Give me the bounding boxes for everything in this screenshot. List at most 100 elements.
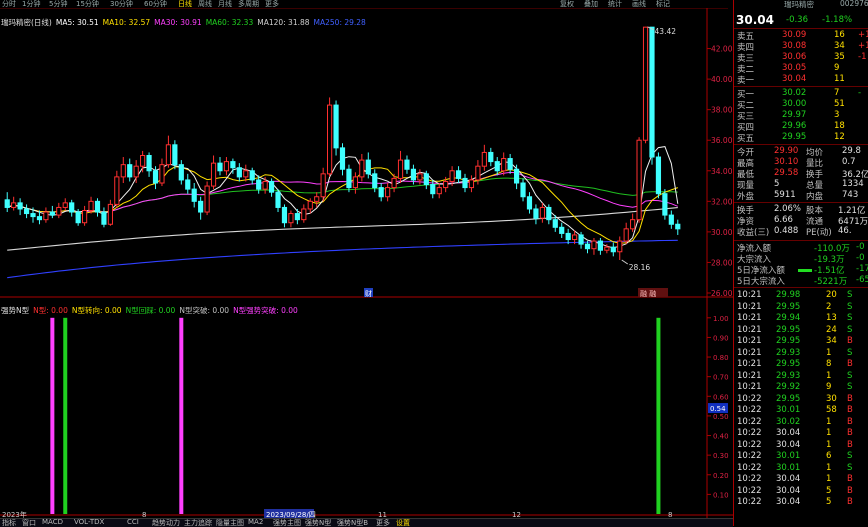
candle-body <box>584 243 591 250</box>
tick-dir: S <box>847 462 853 473</box>
price-axis-label: 30.00 <box>711 228 733 237</box>
tick-time: 10:21 <box>737 382 762 392</box>
candle-body <box>314 196 320 202</box>
stat-value2: 743 <box>842 190 859 200</box>
tick-time: 10:22 <box>737 474 762 484</box>
price-axis-label: 42.00 <box>711 45 733 54</box>
bid-vol: 3 <box>834 110 840 120</box>
candle-body <box>475 165 481 181</box>
tick-dir: B <box>847 439 853 450</box>
tick-row: 10:21 29.93 1 S <box>734 371 868 382</box>
tick-row: 10:22 30.04 1 B <box>734 474 868 485</box>
candle-body <box>636 139 642 221</box>
flow-value2: -65 <box>856 275 868 285</box>
tick-dir: S <box>847 370 853 381</box>
ask-row: 卖一 30.04 11 <box>734 74 868 86</box>
ask-label: 卖一 <box>737 76 755 86</box>
finance-badge-label: 财 <box>365 289 372 298</box>
sub-axis-label: 0.30 <box>713 452 729 460</box>
flow-value2: -17 <box>856 264 868 274</box>
candle-body <box>642 26 649 141</box>
candle-body <box>675 223 681 230</box>
tick-vol: 1 <box>826 474 832 484</box>
ask-vol: 11 <box>834 74 845 84</box>
chart-area[interactable]: 42.00 40.00 38.00 36.00 34.00 32.00 30.00 28.00… <box>0 8 733 518</box>
indicator-tab-3[interactable]: VOL-TDX <box>74 519 104 526</box>
kline-chart-svg[interactable]: 42.00 40.00 38.00 36.00 34.00 32.00 30.00 28.00… <box>0 8 733 518</box>
tick-dir: B <box>847 359 853 369</box>
candle-body <box>4 199 10 208</box>
candle-body <box>133 165 139 178</box>
candle-body <box>630 219 636 230</box>
bid-row: 买一 30.02 7- <box>734 88 868 100</box>
candle-body <box>346 168 352 189</box>
tick-vol: 20 <box>826 290 837 300</box>
ask-vol: 16 <box>834 30 845 40</box>
tick-vol: 1 <box>826 347 832 358</box>
tick-time: 10:22 <box>737 439 762 450</box>
sub-axis-label: 0.10 <box>713 491 729 499</box>
candle-body <box>268 180 275 193</box>
candle-body <box>488 151 494 163</box>
tick-dir: B <box>847 485 853 496</box>
main-legend-title: 瑞玛精密(日线) <box>1 18 52 27</box>
candle-body <box>410 168 417 181</box>
candle-body <box>49 211 55 216</box>
x-axis-label: 2023年 <box>2 510 27 518</box>
tick-row: 10:22 30.02 1 B <box>734 417 868 428</box>
indicator-tab-8[interactable]: MA2 <box>248 519 263 526</box>
indicator-tab-4[interactable]: CCI <box>127 519 139 526</box>
tick-vol: 8 <box>826 359 832 369</box>
tick-vol: 1 <box>826 416 832 427</box>
candle-body <box>165 144 172 166</box>
tick-dir: B <box>847 393 853 404</box>
stat2-label2: PE(动) <box>806 228 832 238</box>
flow-row: 净流入额 -110.0万 -0 <box>734 242 868 254</box>
candle-body <box>127 164 133 178</box>
candle-body <box>210 162 217 187</box>
ask-vol: 35 <box>834 52 845 62</box>
ask-row: 卖五30.0916+1 <box>734 30 868 42</box>
stat-label2: 内盘 <box>806 192 824 202</box>
sub-legend-item: N型强势突破: 0.00 <box>233 306 298 315</box>
candle-body <box>578 234 584 245</box>
tick-price: 30.04 <box>776 485 801 496</box>
sub-axis-label: 0.90 <box>713 334 729 342</box>
candle-body <box>56 206 62 216</box>
signal-bar <box>63 317 68 514</box>
main-legend-item: MA60: 32.33 <box>205 18 254 27</box>
indicator-tab-2[interactable]: MACD <box>42 519 63 526</box>
price-axis-label: 38.00 <box>711 106 733 115</box>
sub-legend-item: N型: 0.00 <box>33 306 68 315</box>
candle-body <box>404 159 410 170</box>
tick-vol: 24 <box>826 324 837 335</box>
stat2-row: 收益(三) 0.488 PE(动) 46. <box>734 226 868 238</box>
candle-body <box>423 173 429 186</box>
candle-body <box>223 161 230 172</box>
ask-row: 卖三 30.06 35 -1 <box>734 52 868 64</box>
candle-body <box>397 159 404 179</box>
tick-price: 29.95 <box>776 301 801 312</box>
candle-body <box>436 187 442 195</box>
candle-body <box>623 228 629 242</box>
candle-body <box>198 200 204 213</box>
candle-body <box>526 196 533 210</box>
candle-body <box>307 200 313 210</box>
bid-row: 买五 29.95 12 <box>734 132 868 144</box>
candle-body <box>185 179 191 190</box>
ask-price: 30.06 <box>782 52 807 62</box>
candle-body <box>256 179 262 190</box>
bid-row: 买四 29.96 18 <box>734 121 868 133</box>
candle-body <box>120 164 126 178</box>
tick-row: 10:21 29.93 1 S <box>734 348 868 359</box>
tick-dir: S <box>847 290 853 300</box>
main-legend-item: MA30: 30.91 <box>154 18 202 27</box>
tick-price: 29.94 <box>776 313 801 323</box>
candle-body <box>75 211 81 224</box>
stat-label: 外盘 <box>737 192 755 202</box>
stat-value2: 29.8 <box>842 146 861 156</box>
tick-row: 10:22 30.01 58 B <box>734 405 868 416</box>
bid-price: 30.02 <box>782 88 807 98</box>
ask-row: 卖二 30.05 9 <box>734 63 868 75</box>
stat-row: 外盘 5911 内盘 743 <box>734 190 868 202</box>
